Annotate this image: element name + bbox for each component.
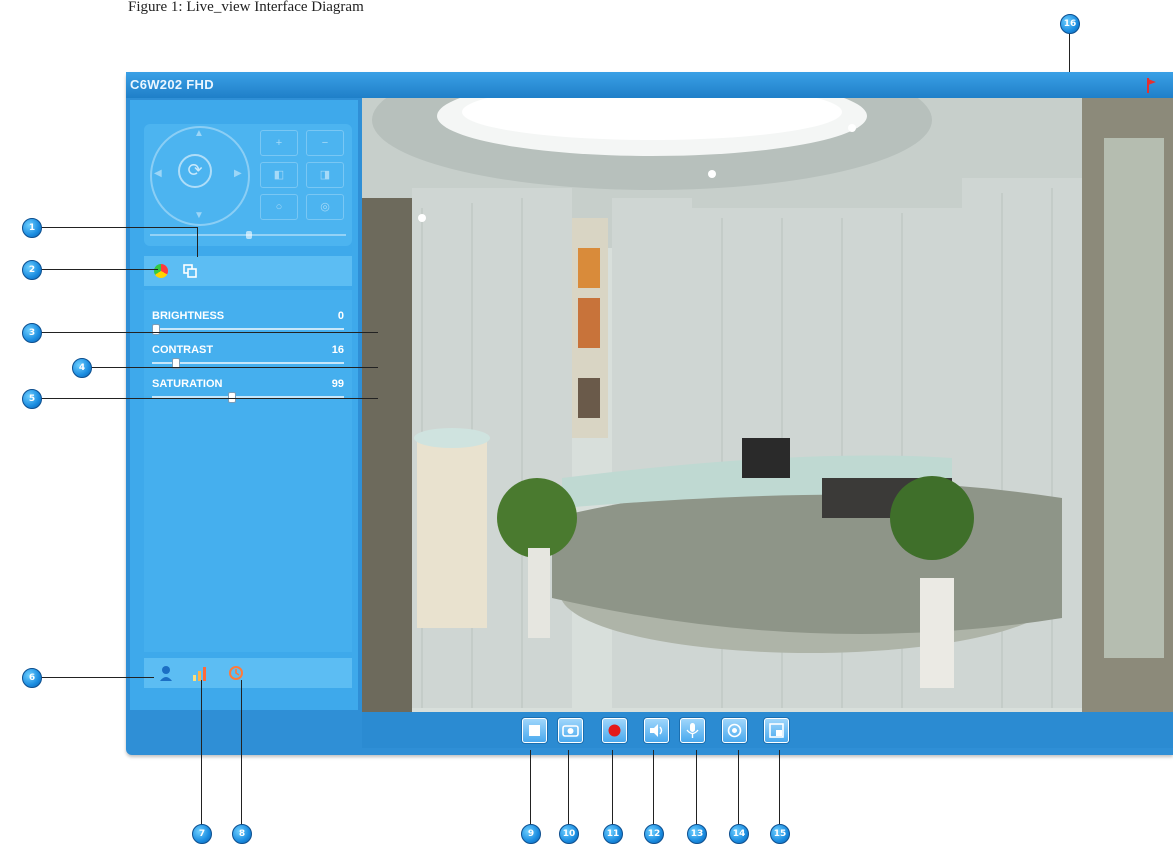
snapshot-icon[interactable] [558, 718, 583, 743]
pan-left-icon[interactable]: ◀ [154, 168, 162, 179]
callout-4: 4 [72, 358, 92, 378]
callout-6-line [38, 677, 154, 678]
stop-icon[interactable] [522, 718, 547, 743]
camera-feed-image [362, 98, 1173, 712]
callout-11-line [612, 750, 613, 832]
saturation-label: SATURATION [152, 378, 223, 390]
callout-3: 3 [22, 323, 42, 343]
brightness-slider[interactable] [152, 324, 344, 335]
callout-1-drop [197, 227, 198, 257]
callout-16-line [1069, 30, 1070, 72]
callout-9-line [530, 750, 531, 832]
live-video-view[interactable] [362, 98, 1173, 712]
callout-10: 10 [559, 824, 579, 844]
user-icon[interactable] [158, 664, 174, 682]
mirror-icon[interactable] [722, 718, 747, 743]
callout-8: 8 [232, 824, 252, 844]
callout-7-line [201, 680, 202, 832]
ptz-speed-knob[interactable] [246, 231, 252, 239]
pan-down-icon[interactable]: ▼ [194, 210, 204, 221]
focus-far-icon[interactable]: ◨ [306, 162, 344, 188]
callout-2-line [38, 269, 158, 270]
callout-7: 7 [192, 824, 212, 844]
focus-near-icon[interactable]: ◧ [260, 162, 298, 188]
saturation-value: 99 [331, 378, 344, 390]
callout-10-line [568, 750, 569, 832]
callout-13: 13 [687, 824, 707, 844]
callout-16: 16 [1060, 14, 1080, 34]
callout-14-line [738, 750, 739, 832]
talk-icon[interactable] [680, 718, 705, 743]
pan-right-icon[interactable]: ▶ [234, 168, 242, 179]
figure-caption: Figure 1: Live_view Interface Diagram [128, 0, 364, 15]
callout-5: 5 [22, 389, 42, 409]
settings-icon[interactable] [764, 718, 789, 743]
contrast-label: CONTRAST [152, 344, 214, 356]
iris-close-icon[interactable]: ◎ [306, 194, 344, 220]
flag-icon[interactable] [1143, 76, 1159, 94]
contrast-value: 16 [331, 344, 344, 356]
pan-up-icon[interactable]: ▲ [194, 128, 204, 139]
app-title: C6W202 FHD [130, 77, 214, 92]
image-adjust-panel: BRIGHTNESS 0 CONTRAST 16 SATURATION 99 [144, 290, 352, 652]
callout-12-line [653, 750, 654, 832]
callout-8-line [241, 680, 242, 832]
callout-15-line [779, 750, 780, 832]
callout-14: 14 [729, 824, 749, 844]
zoom-out-icon[interactable]: − [306, 130, 344, 156]
brightness-knob[interactable] [152, 324, 160, 335]
audio-icon[interactable] [644, 718, 669, 743]
callout-4-line [88, 367, 378, 368]
record-icon[interactable] [602, 718, 627, 743]
callout-1: 1 [22, 218, 42, 238]
iris-open-icon[interactable]: ○ [260, 194, 298, 220]
callout-1-line [38, 227, 198, 228]
callout-3-line [38, 332, 378, 333]
zoom-in-icon[interactable]: + [260, 130, 298, 156]
control-sidebar: ▲ ▼ ◀ ▶ ⟳ + − ◧ ◨ ○ ◎ BRIGHTNESS 0 CONTR… [130, 100, 358, 710]
ptz-speed-slider[interactable] [150, 231, 346, 239]
playback-toolbar [362, 712, 1173, 748]
callout-13-line [696, 750, 697, 832]
image-settings-tabs [144, 256, 352, 286]
callout-6: 6 [22, 668, 42, 688]
callout-15: 15 [770, 824, 790, 844]
brightness-label: BRIGHTNESS [152, 310, 225, 322]
callout-12: 12 [644, 824, 664, 844]
title-bar: C6W202 FHD [126, 72, 1173, 98]
rotate-icon[interactable]: ⟳ [178, 154, 212, 188]
callout-2: 2 [22, 260, 42, 280]
sidebar-bottom-tabs [144, 658, 352, 688]
signal-icon[interactable] [192, 665, 210, 681]
color-settings-icon[interactable] [154, 264, 168, 278]
callout-9: 9 [521, 824, 541, 844]
brightness-value: 0 [337, 310, 344, 322]
copy-icon[interactable] [182, 263, 198, 279]
camera-app-window: C6W202 FHD ▲ ▼ ◀ ▶ ⟳ + − ◧ ◨ ○ ◎ BRIGHTN… [126, 72, 1173, 755]
callout-5-line [38, 398, 378, 399]
contrast-slider[interactable] [152, 358, 344, 369]
callout-11: 11 [603, 824, 623, 844]
